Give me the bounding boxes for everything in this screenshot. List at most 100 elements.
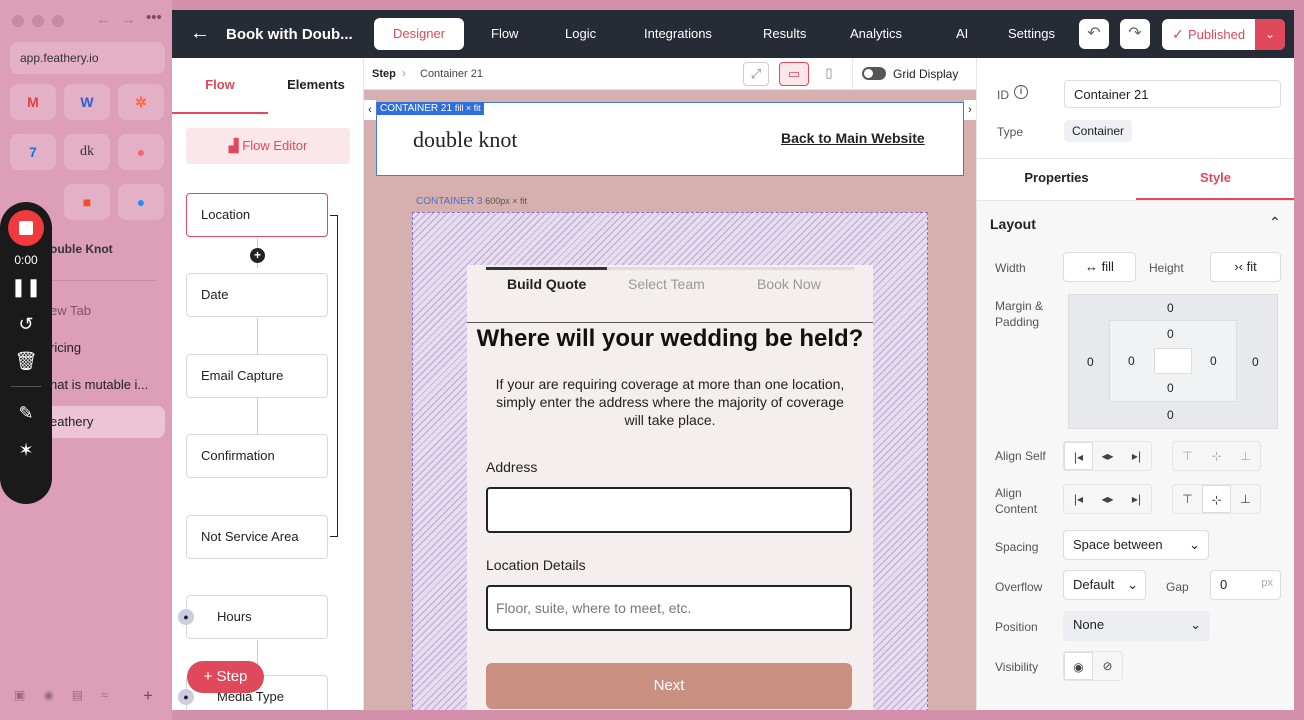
nav-settings[interactable]: Settings (996, 18, 1067, 50)
padding-left[interactable]: 0 (1128, 354, 1135, 368)
flow-node-location[interactable]: Location (186, 193, 328, 237)
chevron-down-icon: ⌄ (1127, 577, 1138, 592)
stop-record-button[interactable] (8, 210, 44, 246)
form-title[interactable]: Book with Doub... (226, 26, 353, 43)
tab-properties[interactable]: Properties (977, 170, 1136, 185)
flow-node-date[interactable]: Date (186, 273, 328, 317)
overflow-select[interactable]: Default ⌄ (1063, 570, 1146, 600)
height-input[interactable]: ›‹ fit (1210, 252, 1281, 282)
nav-analytics[interactable]: Analytics (838, 18, 914, 50)
align-middle-icon[interactable]: ⊹ (1202, 485, 1231, 513)
info-icon[interactable]: i (1014, 85, 1028, 99)
more-icon[interactable]: ••• (146, 9, 162, 26)
fit-screen-icon[interactable]: ⤢ (743, 62, 769, 86)
height-value: fit (1246, 259, 1257, 274)
effects-icon[interactable]: ✶ (18, 440, 33, 461)
align-top-icon[interactable]: ⊤ (1173, 485, 1202, 513)
close-window-button[interactable] (12, 15, 24, 27)
margin-bottom[interactable]: 0 (1167, 408, 1174, 422)
minimize-window-button[interactable] (32, 15, 44, 27)
word-icon[interactable]: W (64, 84, 110, 120)
container-21[interactable]: CONTAINER 21 fill × fit double knot Back… (376, 102, 964, 176)
nav-designer[interactable]: Designer (374, 18, 464, 50)
chevron-down-icon[interactable]: ⌄ (1255, 19, 1285, 50)
new-tab-icon[interactable]: + (143, 686, 153, 706)
align-bottom-icon[interactable]: ⊥ (1231, 442, 1260, 470)
flow-node-confirmation[interactable]: Confirmation (186, 434, 328, 478)
url-bar[interactable]: app.feathery.io (10, 42, 165, 74)
padding-top[interactable]: 0 (1167, 327, 1174, 341)
flow-node-not-service-area[interactable]: Not Service Area (186, 515, 328, 559)
tab-group-label[interactable]: ouble Knot (50, 242, 113, 256)
asana-icon[interactable]: ● (118, 134, 164, 170)
align-left-icon[interactable]: |◂ (1064, 442, 1093, 470)
width-input[interactable]: ↔ fill (1063, 252, 1136, 282)
align-right-icon[interactable]: ▸| (1122, 442, 1151, 470)
gmail-icon[interactable]: M (10, 84, 56, 120)
maximize-window-button[interactable] (52, 15, 64, 27)
flow-node-hours[interactable]: Hours (186, 595, 328, 639)
dk-icon[interactable]: dk (64, 134, 110, 170)
nav-results[interactable]: Results (751, 18, 818, 50)
eye-icon[interactable]: ◉ (1064, 652, 1093, 680)
position-select[interactable]: None ⌄ (1063, 611, 1210, 641)
padding-right[interactable]: 0 (1210, 354, 1217, 368)
nav-ai[interactable]: AI (944, 18, 980, 50)
restart-icon[interactable]: ↺ (18, 314, 33, 335)
pencil-icon[interactable]: ✎ (18, 403, 33, 424)
mobile-view-icon[interactable]: ▯ (819, 62, 839, 86)
layout-section-title[interactable]: Layout (990, 216, 1036, 232)
pause-icon[interactable]: ❚❚ (11, 277, 41, 298)
redo-icon[interactable]: ↷ (1120, 19, 1150, 49)
calendar-icon[interactable]: 7 (10, 134, 56, 170)
align-center-icon[interactable]: ◂▸ (1093, 485, 1122, 513)
question-description: If your are requiring coverage at more t… (495, 376, 845, 428)
add-node-icon[interactable]: + (250, 248, 265, 263)
nav-flow[interactable]: Flow (479, 18, 530, 50)
chevron-up-icon[interactable]: ⌃ (1269, 214, 1281, 231)
desktop-view-icon[interactable]: ▭ (779, 62, 809, 86)
container-3[interactable]: Build Quote Select Team Book Now Where w… (412, 212, 928, 710)
align-center-icon[interactable]: ◂▸ (1093, 442, 1122, 470)
back-to-main-link[interactable]: Back to Main Website (781, 130, 925, 146)
office-icon[interactable]: ■ (64, 184, 110, 220)
chevron-left-icon[interactable]: ‹ (364, 100, 376, 120)
top-bar: ← Book with Doub... Designer Flow Logic … (172, 10, 1294, 58)
location-details-input[interactable]: Floor, suite, where to meet, etc. (486, 585, 852, 631)
tab-style[interactable]: Style (1136, 170, 1294, 185)
margin-left[interactable]: 0 (1087, 355, 1094, 369)
undo-icon[interactable]: ↶ (1079, 19, 1109, 49)
breadcrumb-step[interactable]: Step (372, 68, 396, 80)
tab-flow[interactable]: Flow (172, 58, 268, 114)
spacing-select[interactable]: Space between ⌄ (1063, 530, 1209, 560)
add-step-button[interactable]: + Step (187, 661, 264, 693)
gap-input[interactable]: 0 px (1210, 570, 1281, 600)
align-bottom-icon[interactable]: ⊥ (1231, 485, 1260, 513)
grid-display-toggle[interactable] (862, 67, 886, 80)
align-middle-icon[interactable]: ⊹ (1202, 442, 1231, 470)
eye-off-icon[interactable]: ⊘ (1093, 652, 1122, 680)
next-button[interactable]: Next (486, 663, 852, 709)
nav-logic[interactable]: Logic (553, 18, 608, 50)
flow-editor-button[interactable]: ▟ Flow Editor (186, 128, 350, 164)
back-arrow-icon[interactable]: ← (96, 11, 111, 28)
flow-node-email-capture[interactable]: Email Capture (186, 354, 328, 398)
margin-right[interactable]: 0 (1252, 355, 1259, 369)
address-input[interactable] (486, 487, 852, 533)
align-left-icon[interactable]: |◂ (1064, 485, 1093, 513)
published-button[interactable]: Published (1188, 27, 1245, 42)
breadcrumb-container[interactable]: Container 21 (420, 68, 483, 80)
tab-elements[interactable]: Elements (268, 58, 364, 114)
forward-arrow-icon[interactable]: → (121, 11, 136, 28)
align-top-icon[interactable]: ⊤ (1173, 442, 1202, 470)
chevron-right-icon[interactable]: › (964, 100, 976, 120)
bubble-icon[interactable]: ● (118, 184, 164, 220)
hubspot-icon[interactable]: ✲ (118, 84, 164, 120)
back-arrow-icon[interactable]: ← (190, 22, 210, 45)
id-input[interactable]: Container 21 (1064, 80, 1281, 108)
padding-bottom[interactable]: 0 (1167, 381, 1174, 395)
align-right-icon[interactable]: ▸| (1122, 485, 1151, 513)
nav-integrations[interactable]: Integrations (632, 18, 724, 50)
trash-icon[interactable]: 🗑 (15, 351, 38, 372)
margin-top[interactable]: 0 (1167, 301, 1174, 315)
